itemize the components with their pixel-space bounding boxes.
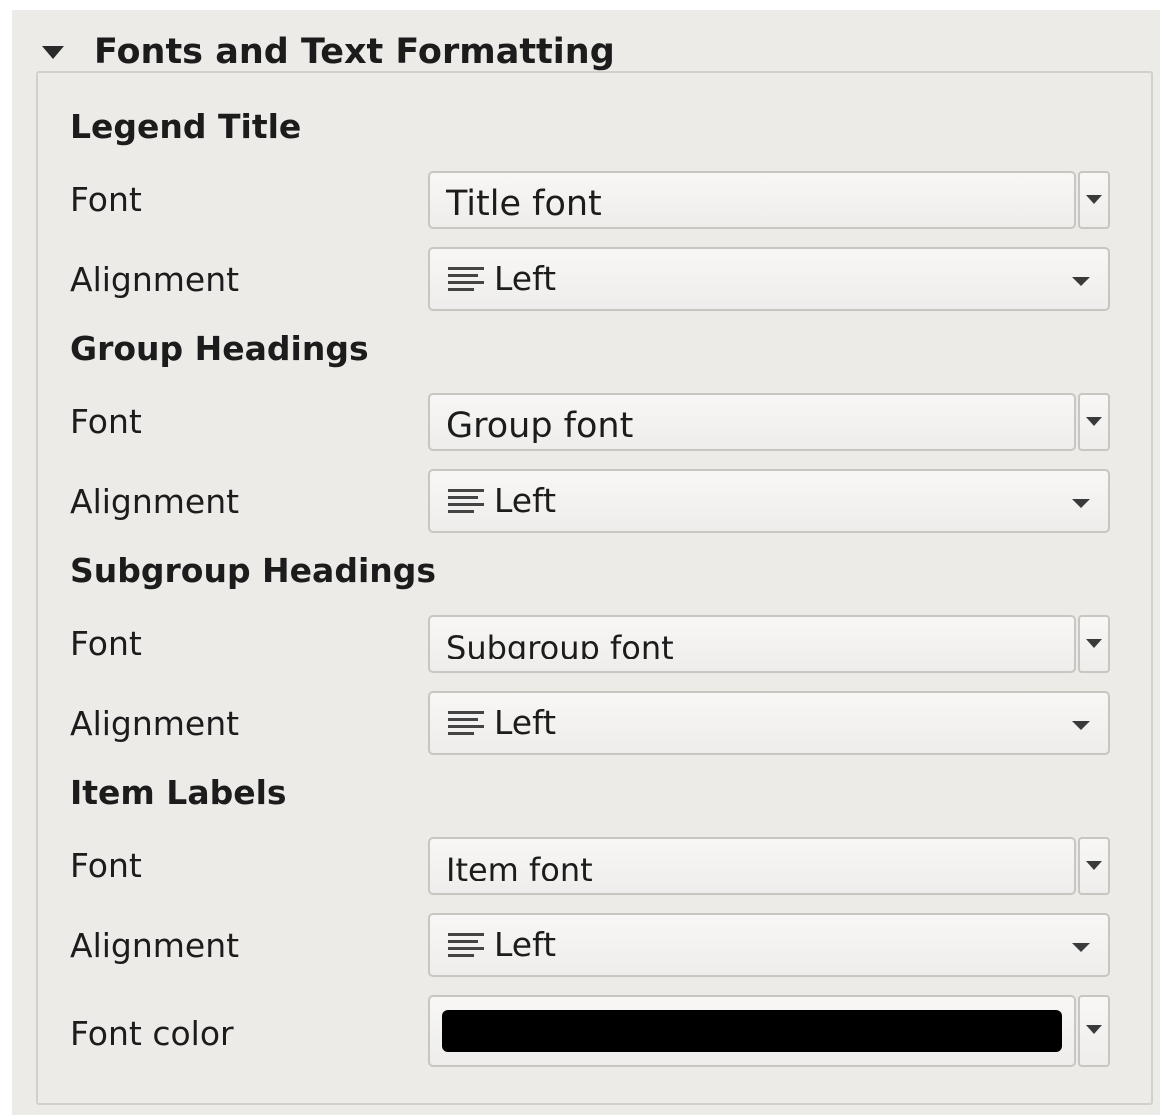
dropdown-arrow-icon	[1086, 1025, 1102, 1034]
group-headings-font-preview: Group font	[446, 406, 634, 443]
item-labels-font-button[interactable]: Item font	[428, 837, 1076, 895]
dropdown-arrow-icon	[1086, 195, 1102, 204]
subgroup-headings-font-preview: Subgroup font	[446, 629, 674, 659]
subgroup-headings-font-label: Font	[70, 624, 142, 663]
font-color-swatch	[442, 1010, 1062, 1052]
subgroup-headings-heading: Subgroup Headings	[70, 551, 437, 590]
legend-title-font-label: Font	[70, 180, 142, 219]
legend-title-alignment-label: Alignment	[70, 260, 240, 299]
group-title: Fonts and Text Formatting	[94, 32, 615, 72]
item-labels-alignment-label: Alignment	[70, 926, 240, 965]
item-labels-alignment-combo[interactable]: Left	[428, 913, 1110, 977]
subgroup-headings-alignment-label: Alignment	[70, 704, 240, 743]
align-left-icon	[448, 267, 484, 293]
item-labels-font-preview: Item font	[446, 851, 593, 881]
dropdown-arrow-icon	[1086, 861, 1102, 870]
dropdown-arrow-icon	[1086, 417, 1102, 426]
group-headings-alignment-value: Left	[494, 481, 557, 520]
item-labels-font-menu-button[interactable]	[1078, 837, 1110, 895]
dropdown-arrow-icon	[1086, 639, 1102, 648]
subgroup-headings-alignment-value: Left	[494, 703, 557, 742]
legend-title-heading: Legend Title	[70, 107, 302, 146]
group-headings-alignment-label: Alignment	[70, 482, 240, 521]
item-labels-font-label: Font	[70, 846, 142, 885]
item-labels-heading: Item Labels	[70, 773, 287, 812]
legend-title-font-menu-button[interactable]	[1078, 171, 1110, 229]
collapse-triangle-icon[interactable]	[42, 46, 64, 59]
chevron-down-icon	[1072, 721, 1090, 730]
legend-title-font-button[interactable]: Title font	[428, 171, 1076, 229]
item-labels-font-color-label: Font color	[70, 1014, 234, 1053]
align-left-icon	[448, 489, 484, 515]
group-headings-heading: Group Headings	[70, 329, 369, 368]
legend-title-font-preview: Title font	[446, 184, 602, 221]
properties-panel: Fonts and Text Formatting Legend Title F…	[12, 10, 1160, 1115]
group-headings-font-button[interactable]: Group font	[428, 393, 1076, 451]
align-left-icon	[448, 933, 484, 959]
group-headings-alignment-combo[interactable]: Left	[428, 469, 1110, 533]
chevron-down-icon	[1072, 499, 1090, 508]
group-headings-font-label: Font	[70, 402, 142, 441]
chevron-down-icon	[1072, 943, 1090, 952]
group-headings-font-menu-button[interactable]	[1078, 393, 1110, 451]
subgroup-headings-font-button[interactable]: Subgroup font	[428, 615, 1076, 673]
font-color-button[interactable]	[428, 995, 1076, 1067]
align-left-icon	[448, 711, 484, 737]
font-color-menu-button[interactable]	[1078, 995, 1110, 1067]
legend-title-alignment-combo[interactable]: Left	[428, 247, 1110, 311]
item-labels-alignment-value: Left	[494, 925, 557, 964]
legend-title-alignment-value: Left	[494, 259, 557, 298]
subgroup-headings-font-menu-button[interactable]	[1078, 615, 1110, 673]
subgroup-headings-alignment-combo[interactable]: Left	[428, 691, 1110, 755]
chevron-down-icon	[1072, 277, 1090, 286]
